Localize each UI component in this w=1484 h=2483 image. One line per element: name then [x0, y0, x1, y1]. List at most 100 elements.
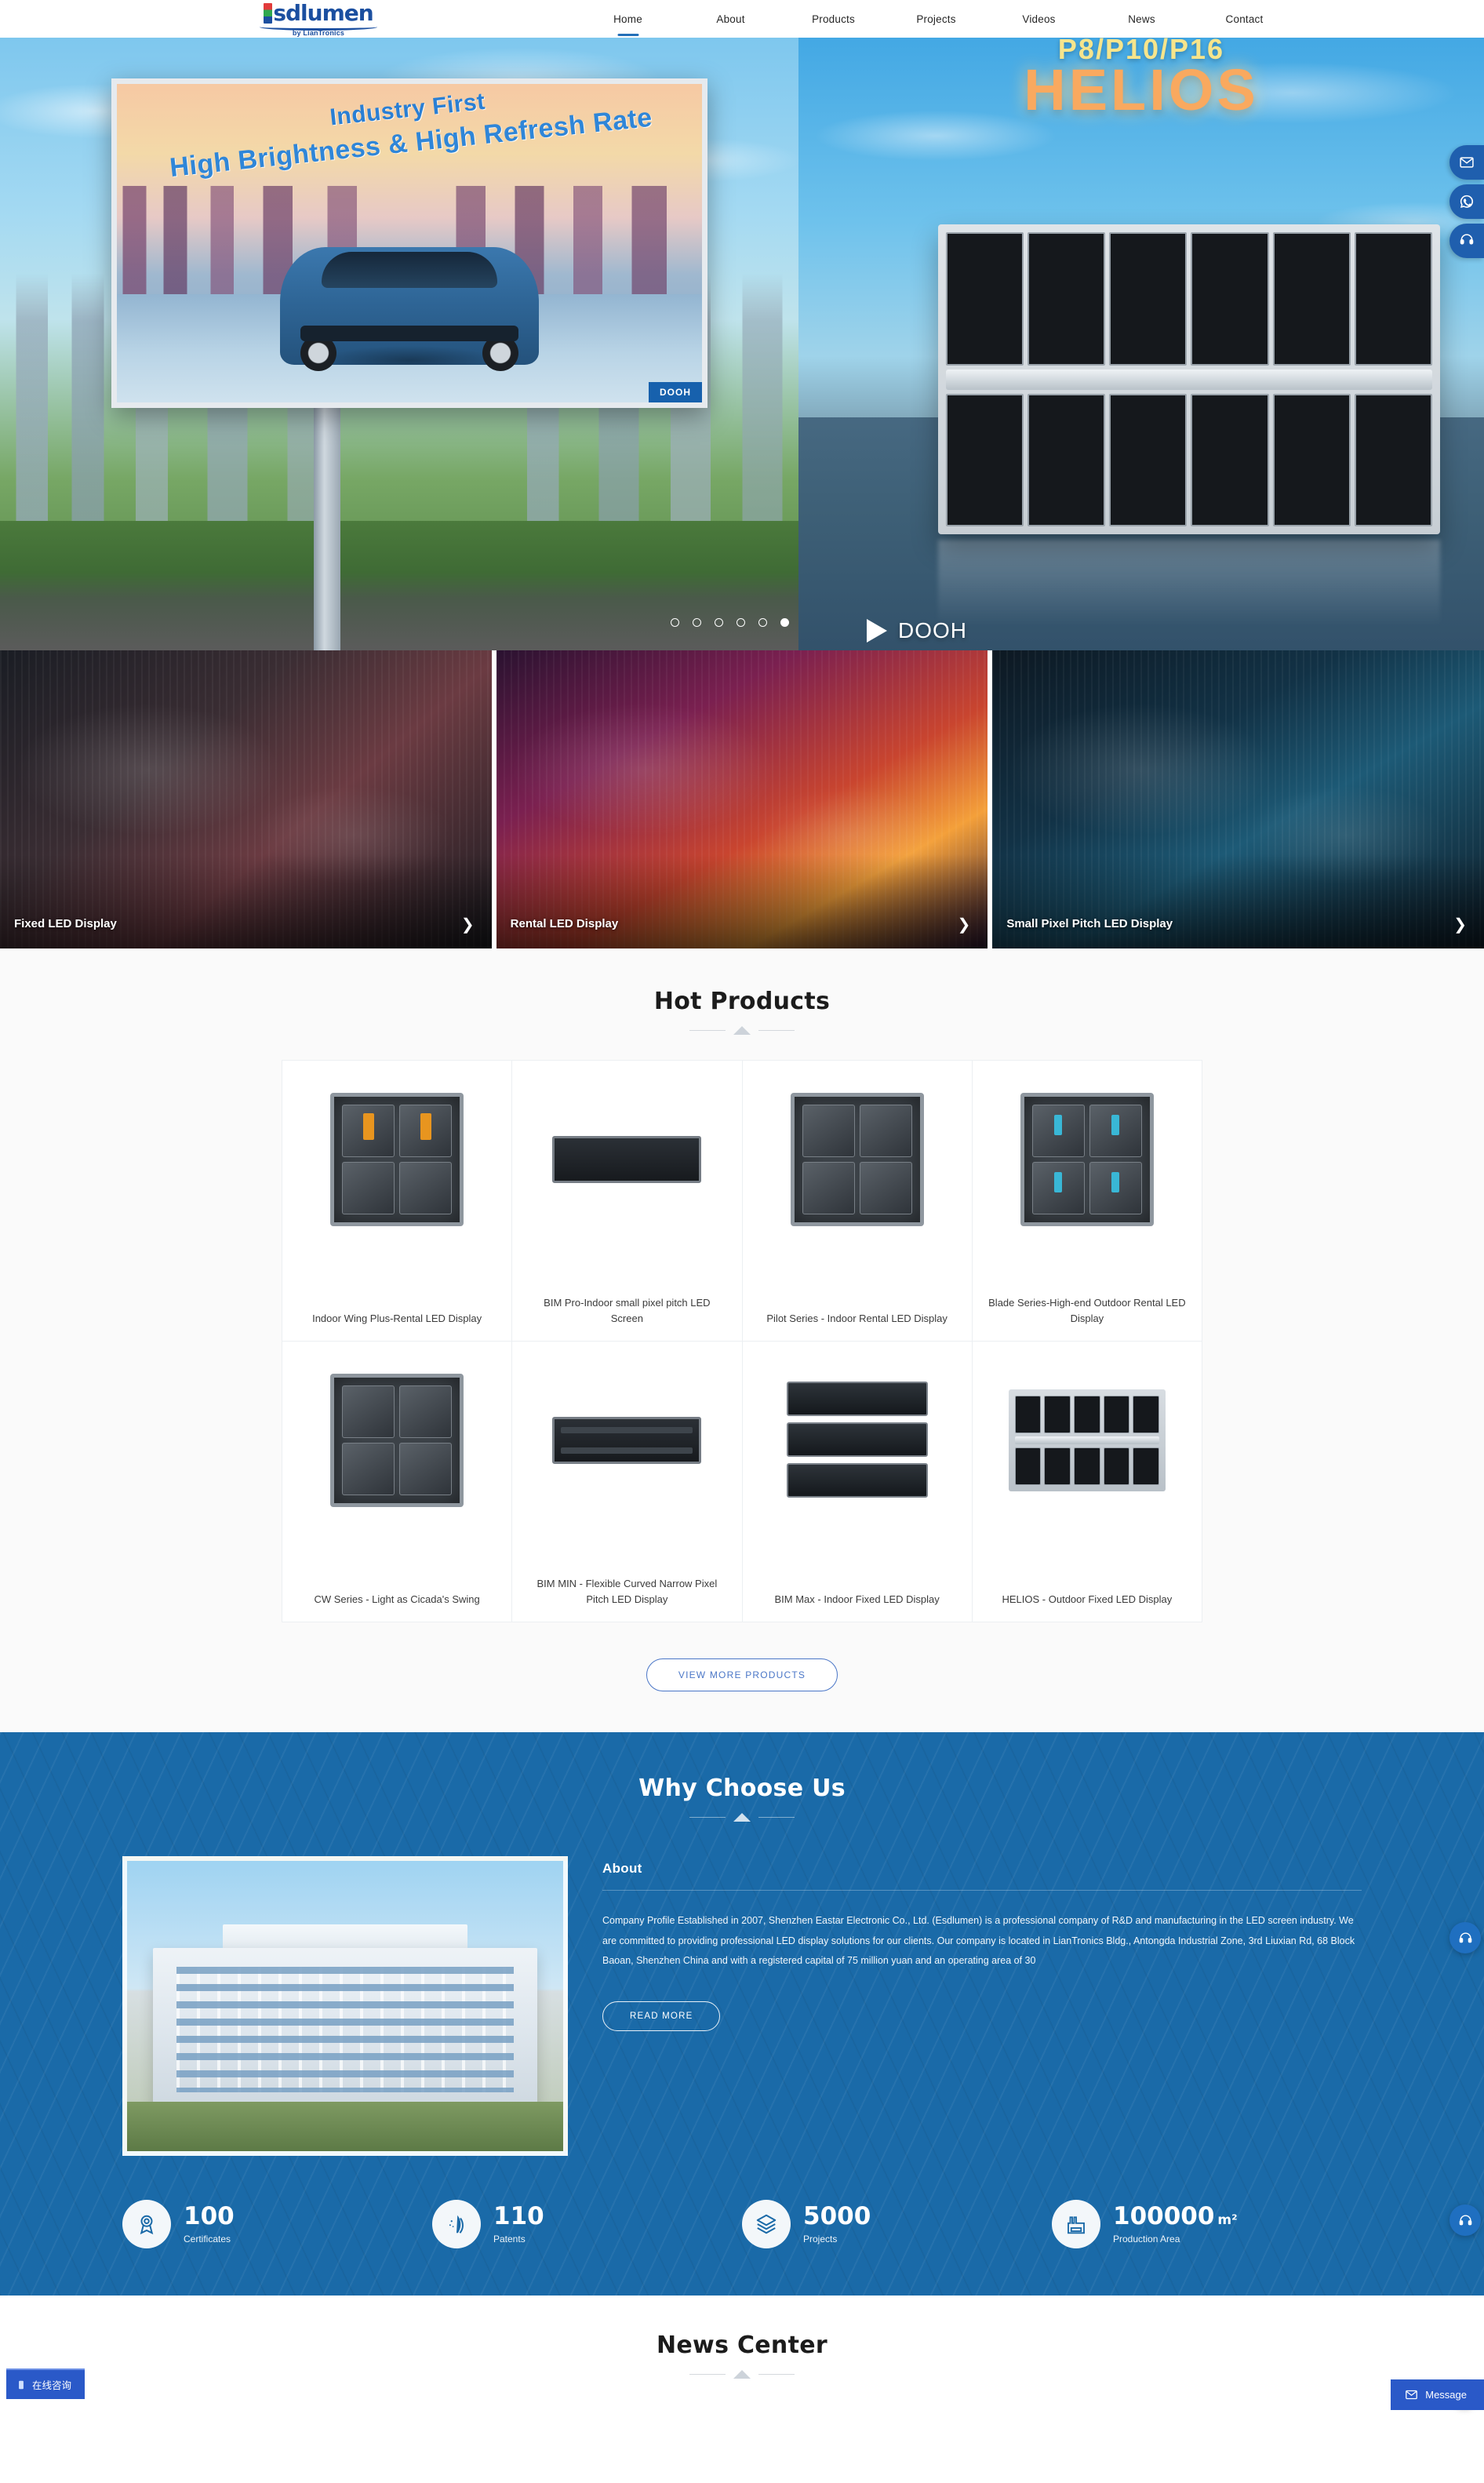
category-card-fixed[interactable]: Fixed LED Display ❯ — [0, 650, 492, 948]
medal-icon — [122, 2200, 171, 2248]
stat-label: Certificates — [184, 2233, 231, 2245]
category-label-small-pitch: Small Pixel Pitch LED Display — [1006, 917, 1173, 930]
stat-value: 5000 — [803, 2202, 871, 2231]
product-name: Indoor Wing Plus-Rental LED Display — [312, 1312, 482, 1324]
about-heading: About — [602, 1861, 642, 1876]
stat-value: 100 — [184, 2202, 235, 2231]
section-divider — [0, 1026, 1484, 1035]
product-name: BIM Pro-Indoor small pixel pitch LED Scr… — [544, 1296, 711, 1324]
hot-products-section: Hot Products Indoor Wing Plus-Rental LED… — [0, 948, 1484, 1732]
hero-slide-billboard[interactable]: Industry First High Brightness & High Re… — [0, 38, 798, 650]
site-header: sdlumen by LianTronics Home About Produc… — [0, 0, 1484, 38]
online-consult-button[interactable]: 在线咨询 — [6, 2368, 85, 2399]
carousel-dot-6[interactable] — [780, 618, 789, 627]
nav-item-home[interactable]: Home — [577, 13, 679, 25]
carousel-dot-4[interactable] — [737, 618, 745, 627]
category-overlay-3 — [992, 854, 1484, 948]
headset-icon[interactable] — [1449, 1922, 1481, 1953]
headset-icon[interactable] — [1449, 2204, 1481, 2236]
stat-value: 110 — [493, 2202, 544, 2231]
product-card[interactable]: CW Series - Light as Cicada's Swing — [282, 1342, 513, 1622]
stat-value: 100000 m² — [1113, 2202, 1238, 2231]
nav-item-projects[interactable]: Projects — [885, 13, 988, 25]
phone-icon[interactable] — [1449, 224, 1484, 258]
product-image — [545, 1359, 708, 1522]
car-wheel-left — [300, 335, 336, 371]
billboard-copy: Industry First High Brightness & High Re… — [117, 84, 702, 189]
news-section: News Center — [0, 2296, 1484, 2410]
chevron-right-icon[interactable]: ❯ — [461, 917, 475, 933]
chevron-right-icon[interactable]: ❯ — [1453, 917, 1467, 933]
product-image — [1006, 1078, 1169, 1241]
carousel-dot-1[interactable] — [671, 618, 679, 627]
carousel-dots[interactable] — [671, 618, 789, 627]
product-image — [776, 1078, 939, 1241]
product-card[interactable]: BIM MIN - Flexible Curved Narrow Pixel P… — [512, 1342, 743, 1622]
carousel-dot-2[interactable] — [693, 618, 701, 627]
product-name: Blade Series-High-end Outdoor Rental LED… — [988, 1296, 1186, 1324]
view-more-wrapper: VIEW MORE PRODUCTS — [0, 1658, 1484, 1691]
product-image — [776, 1359, 939, 1522]
product-image — [545, 1078, 708, 1241]
play-icon[interactable] — [867, 619, 887, 643]
product-card[interactable]: BIM Max - Indoor Fixed LED Display — [742, 1342, 973, 1622]
stat-production-area: 100000 m² Production Area — [1052, 2200, 1362, 2248]
product-card[interactable]: Blade Series-High-end Outdoor Rental LED… — [972, 1061, 1202, 1342]
hero-slide-helios[interactable]: P8/P10/P16 HELIOS — [798, 38, 1484, 650]
product-name: CW Series - Light as Cicada's Swing — [314, 1593, 480, 1605]
product-name: BIM Max - Indoor Fixed LED Display — [774, 1593, 940, 1605]
section-divider — [0, 2370, 1484, 2379]
stat-projects: 5000 Projects — [742, 2200, 1052, 2248]
chevron-right-icon[interactable]: ❯ — [958, 917, 971, 933]
product-card[interactable]: BIM Pro-Indoor small pixel pitch LED Scr… — [512, 1061, 743, 1342]
stats-row: 100 Certificates 110 Patents 5000 Projec… — [122, 2200, 1362, 2248]
hero-carousel: Industry First High Brightness & High Re… — [0, 38, 1484, 650]
mail-icon[interactable] — [1449, 145, 1484, 180]
about-paragraph: Company Profile Established in 2007, She… — [602, 1915, 1355, 1967]
carousel-dot-3[interactable] — [715, 618, 723, 627]
product-grid: Indoor Wing Plus-Rental LED Display BIM … — [282, 1060, 1202, 1622]
category-card-rental[interactable]: Rental LED Display ❯ — [496, 650, 988, 948]
product-card[interactable]: Pilot Series - Indoor Rental LED Display — [742, 1061, 973, 1342]
logo-badge-icon — [264, 3, 273, 24]
nav-item-videos[interactable]: Videos — [988, 13, 1090, 25]
mountain-icon — [733, 1026, 751, 1035]
led-cabinet-art — [938, 224, 1440, 534]
nav-item-about[interactable]: About — [679, 13, 782, 25]
main-navigation: Home About Products Projects Videos News… — [577, 0, 1296, 38]
category-label-rental: Rental LED Display — [510, 917, 619, 930]
billboard: Industry First High Brightness & High Re… — [111, 78, 707, 408]
whatsapp-icon[interactable] — [1449, 184, 1484, 219]
product-name: Pilot Series - Indoor Rental LED Display — [766, 1312, 948, 1324]
site-logo[interactable]: sdlumen by LianTronics — [248, 2, 389, 38]
view-more-products-button[interactable]: VIEW MORE PRODUCTS — [646, 1658, 838, 1691]
carousel-dot-5[interactable] — [758, 618, 767, 627]
news-title: News Center — [657, 2332, 827, 2359]
message-button[interactable]: Message — [1391, 2379, 1484, 2410]
billboard-pole — [314, 408, 340, 650]
why-choose-us-section: Why Choose Us About Company Profile Esta… — [0, 1732, 1484, 2296]
product-card[interactable]: Indoor Wing Plus-Rental LED Display — [282, 1061, 513, 1342]
nav-item-products[interactable]: Products — [782, 13, 885, 25]
billboard-screen: Industry First High Brightness & High Re… — [117, 84, 702, 402]
product-name: BIM MIN - Flexible Curved Narrow Pixel P… — [536, 1577, 718, 1605]
nav-item-contact[interactable]: Contact — [1193, 13, 1296, 25]
billboard-tag: DOOH — [649, 382, 702, 402]
category-card-small-pitch[interactable]: Small Pixel Pitch LED Display ❯ — [992, 650, 1484, 948]
stat-unit: m² — [1217, 2212, 1238, 2229]
hero-play-label: DOOH — [898, 618, 967, 643]
read-more-button[interactable]: READ MORE — [602, 2001, 721, 2031]
about-divider — [602, 1890, 1362, 1891]
side-contact-stack — [1449, 145, 1484, 258]
section-divider — [0, 1813, 1484, 1822]
layers-icon — [742, 2200, 791, 2248]
mountain-icon — [733, 1813, 751, 1822]
category-cards: Fixed LED Display ❯ Rental LED Display ❯… — [0, 650, 1484, 948]
product-name: HELIOS - Outdoor Fixed LED Display — [1002, 1593, 1173, 1605]
category-label-fixed: Fixed LED Display — [14, 917, 117, 930]
product-card[interactable]: HELIOS - Outdoor Fixed LED Display — [972, 1342, 1202, 1622]
stat-label: Patents — [493, 2233, 526, 2245]
nav-item-news[interactable]: News — [1090, 13, 1193, 25]
hero-play-control[interactable]: DOOH — [867, 618, 967, 643]
why-choose-us-title: Why Choose Us — [638, 1775, 846, 1802]
